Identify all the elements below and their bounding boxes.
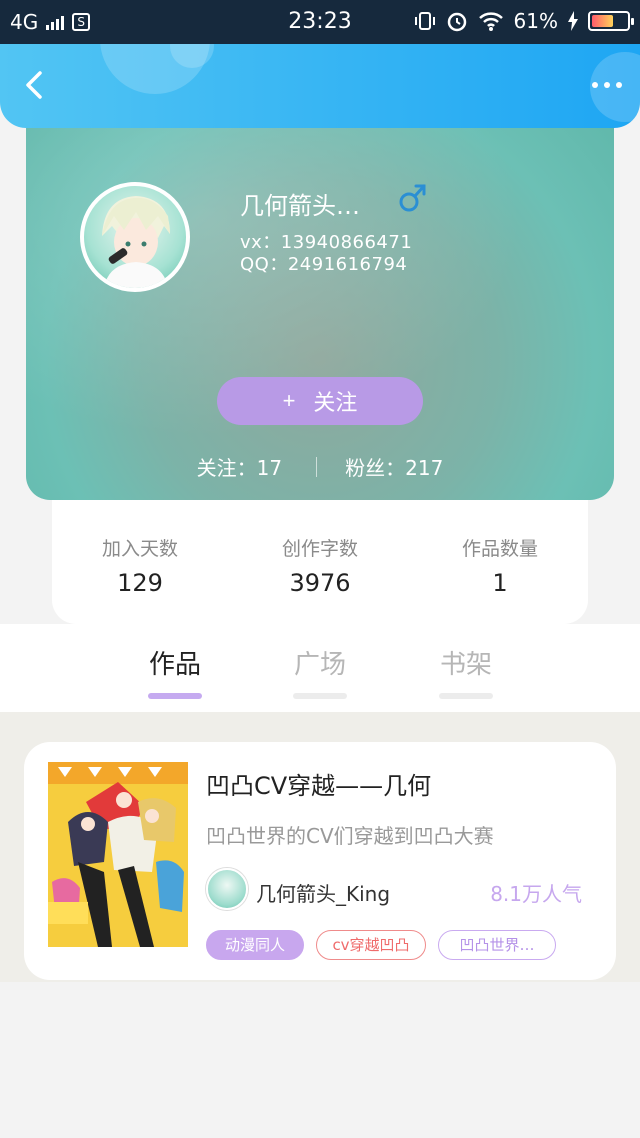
stats-card: 加入天数 129 创作字数 3976 作品数量 1 (52, 500, 588, 624)
follow-button[interactable]: + 关注 (217, 377, 423, 425)
vibrate-icon (414, 12, 435, 30)
following-count[interactable]: 关注：17 (197, 452, 282, 481)
nav-bar (0, 44, 640, 128)
tab-indicator (293, 693, 347, 699)
stat-value: 1 (492, 569, 508, 597)
tag-anime[interactable]: 动漫同人 (206, 930, 304, 960)
author-avatar (206, 868, 248, 910)
profile-header: 几何箭头… vx：13940866471 QQ：2491616794 + 关注 … (26, 100, 614, 500)
stat-word-count: 创作字数 3976 (250, 534, 390, 597)
chevron-left-icon[interactable] (20, 70, 50, 100)
stat-join-days: 加入天数 129 (70, 534, 210, 597)
wifi-icon (478, 12, 503, 31)
stat-works-count: 作品数量 1 (430, 534, 570, 597)
author-name: 几何箭头_King (256, 882, 391, 906)
tab-indicator (148, 693, 202, 699)
charging-icon (568, 11, 578, 31)
stat-label: 作品数量 (461, 538, 538, 560)
popularity-count: 8.1万人气 (490, 882, 582, 906)
tab-label: 广场 (293, 650, 346, 680)
work-title[interactable]: 凹凸CV穿越——几何 (206, 766, 431, 801)
stat-label: 创作字数 (281, 538, 358, 560)
work-description: 凹凸世界的CV们穿越到凹凸大赛 (206, 824, 494, 848)
tab-bookshelf[interactable]: 书架 (421, 644, 511, 699)
work-card[interactable]: 凹凸CV穿越——几何 凹凸世界的CV们穿越到凹凸大赛 几何箭头_King 8.1… (24, 742, 616, 980)
battery-percent: 61% (513, 9, 558, 33)
stat-label: 加入天数 (101, 538, 178, 560)
stat-value: 3976 (289, 569, 351, 597)
plus-icon: + (282, 388, 296, 413)
qq-id: QQ：2491616794 (240, 254, 408, 275)
work-cover-image[interactable] (48, 762, 188, 947)
alarm-icon (447, 12, 466, 32)
status-bar: 4G S 23:23 61% (0, 0, 640, 44)
divider (316, 456, 318, 477)
tag-cv[interactable]: cv穿越凹凸 (316, 930, 426, 960)
tab-label: 作品 (148, 650, 201, 680)
tab-works[interactable]: 作品 (130, 644, 220, 699)
tab-label: 书架 (439, 650, 492, 680)
follow-button-label: 关注 (313, 390, 358, 415)
nickname: 几何箭头… (240, 192, 360, 220)
battery-icon (588, 11, 634, 31)
more-dots-icon[interactable] (592, 82, 622, 88)
tab-square[interactable]: 广场 (275, 644, 365, 699)
fans-count[interactable]: 粉丝：217 (345, 452, 443, 481)
avatar[interactable] (80, 182, 190, 292)
stat-value: 129 (117, 569, 163, 597)
tag-world[interactable]: 凹凸世界… (438, 930, 556, 960)
tab-indicator (439, 693, 493, 699)
male-icon (399, 184, 426, 212)
wechat-id: vx：13940866471 (240, 232, 413, 253)
